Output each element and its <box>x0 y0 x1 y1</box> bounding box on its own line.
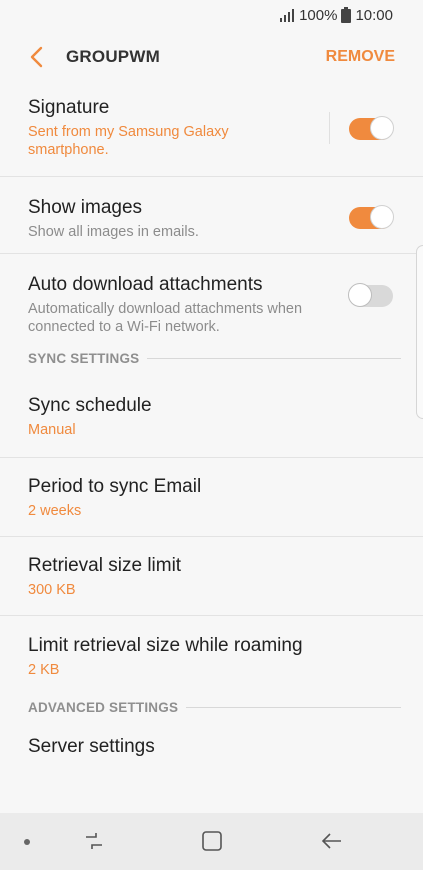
chevron-left-icon <box>30 46 43 68</box>
setting-title: Auto download attachments <box>28 274 263 295</box>
home-button[interactable] <box>198 827 226 855</box>
setting-subtitle: Show all images in emails. <box>28 224 199 240</box>
retrieval-size-setting[interactable]: Retrieval size limit 300 KB <box>0 537 423 616</box>
setting-value: 2 weeks <box>28 503 82 519</box>
signature-toggle[interactable] <box>349 116 394 140</box>
setting-value: 300 KB <box>28 582 76 598</box>
back-nav-button[interactable] <box>317 827 345 855</box>
period-to-sync-setting[interactable]: Period to sync Email 2 weeks <box>0 458 423 537</box>
setting-title: Signature <box>28 97 110 118</box>
roaming-size-setting[interactable]: Limit retrieval size while roaming 2 KB <box>0 616 423 702</box>
setting-title: Retrieval size limit <box>28 555 182 576</box>
setting-subtitle: Automatically download attachments when … <box>28 301 303 335</box>
divider <box>329 112 330 144</box>
auto-download-setting[interactable]: Auto download attachments Automatically … <box>0 254 423 364</box>
clock: 10:00 <box>355 6 393 24</box>
recent-apps-icon <box>86 833 102 849</box>
server-settings-setting[interactable]: Server settings <box>0 732 423 772</box>
auto-download-toggle[interactable] <box>348 283 393 307</box>
hide-nav-dot-icon[interactable] <box>24 839 30 845</box>
edge-panel-handle[interactable] <box>416 245 423 419</box>
remove-button[interactable]: REMOVE <box>326 48 395 66</box>
recent-apps-button[interactable] <box>80 827 108 855</box>
setting-title: Period to sync Email <box>28 476 202 497</box>
show-images-toggle[interactable] <box>349 205 394 229</box>
setting-title: Server settings <box>28 736 155 757</box>
settings-list: Signature Sent from my Samsung Galaxy sm… <box>0 86 423 772</box>
back-button[interactable] <box>22 43 50 71</box>
setting-title: Show images <box>28 197 143 218</box>
divider <box>186 706 401 708</box>
sync-schedule-setting[interactable]: Sync schedule Manual <box>0 381 423 458</box>
show-images-setting[interactable]: Show images Show all images in emails. <box>0 177 423 254</box>
setting-title: Sync schedule <box>28 395 152 416</box>
signature-text: Sent from my Samsung Galaxy smartphone. <box>28 124 229 158</box>
battery-percent: 100% <box>299 6 338 24</box>
setting-title: Limit retrieval size while roaming <box>28 635 303 656</box>
setting-value: Manual <box>28 422 76 438</box>
status-bar: 100% 10:00 <box>0 0 423 30</box>
home-icon <box>202 831 222 851</box>
page-title: GROUPWM <box>66 47 160 66</box>
battery-icon <box>341 7 352 23</box>
navigation-bar <box>0 813 423 870</box>
signal-icon <box>279 8 295 22</box>
app-header: GROUPWM REMOVE <box>0 30 423 84</box>
signature-setting[interactable]: Signature Sent from my Samsung Galaxy sm… <box>0 86 423 177</box>
arrow-left-icon <box>321 833 341 849</box>
setting-value: 2 KB <box>28 662 60 678</box>
